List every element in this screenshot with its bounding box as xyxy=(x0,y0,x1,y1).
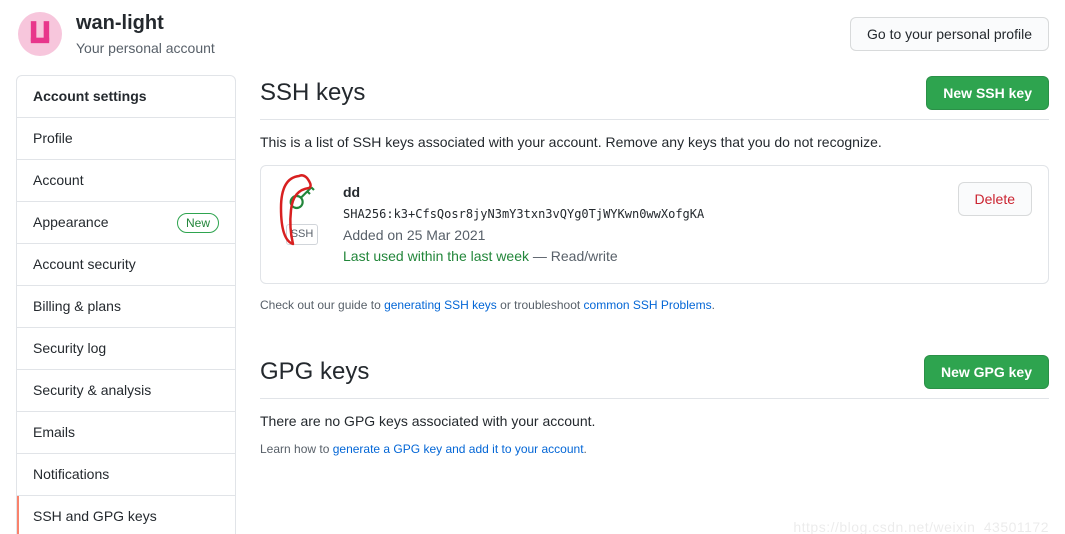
ssh-key-fingerprint: SHA256:k3+CfsQosr8jyN3mY3txn3vQYg0TjWYKw… xyxy=(343,205,942,223)
sidebar-item-appearance[interactable]: Appearance New xyxy=(17,202,235,244)
sidebar-item-notifications[interactable]: Notifications xyxy=(17,454,235,496)
sidebar-item-label: Account xyxy=(33,170,84,191)
ssh-last-used: Last used within the last week xyxy=(343,248,529,264)
sidebar-title: Account settings xyxy=(17,76,235,118)
sidebar-item-security-analysis[interactable]: Security & analysis xyxy=(17,370,235,412)
sidebar-item-profile[interactable]: Profile xyxy=(17,118,235,160)
helper-mid: or troubleshoot xyxy=(497,298,584,312)
key-type-badge: SSH xyxy=(286,224,319,245)
helper-prefix: Check out our guide to xyxy=(260,298,384,312)
key-icon xyxy=(286,201,318,217)
go-to-profile-button[interactable]: Go to your personal profile xyxy=(850,17,1049,51)
delete-ssh-key-button[interactable]: Delete xyxy=(958,182,1032,216)
new-badge: New xyxy=(177,213,219,233)
common-ssh-problems-link[interactable]: common SSH Problems xyxy=(584,298,712,312)
username: wan-light xyxy=(76,8,215,38)
sidebar: Account settings Profile Account Appearanc… xyxy=(16,75,236,534)
new-gpg-key-button[interactable]: New GPG key xyxy=(924,355,1049,389)
page-header: wan-light Your personal account Go to yo… xyxy=(16,0,1049,75)
ssh-key-title: dd xyxy=(343,182,942,203)
ssh-section-header: SSH keys New SSH key xyxy=(260,75,1049,120)
ssh-key-usage: Last used within the last week — Read/wr… xyxy=(343,246,942,267)
account-subtitle: Your personal account xyxy=(76,38,215,59)
gpg-help-suffix: . xyxy=(584,442,587,456)
gpg-title: GPG keys xyxy=(260,354,369,390)
sidebar-item-account[interactable]: Account xyxy=(17,160,235,202)
generate-gpg-key-link[interactable]: generate a GPG key and add it to your ac… xyxy=(333,442,584,456)
sidebar-item-label: Billing & plans xyxy=(33,296,121,317)
gpg-helper-text: Learn how to generate a GPG key and add … xyxy=(260,440,1049,458)
avatar-identicon xyxy=(18,12,62,56)
sidebar-item-label: Security log xyxy=(33,338,106,359)
ssh-key-item: SSH dd SHA256:k3+CfsQosr8jyN3mY3txn3vQYg… xyxy=(260,165,1049,284)
sidebar-item-label: Account security xyxy=(33,254,136,275)
sidebar-item-billing-plans[interactable]: Billing & plans xyxy=(17,286,235,328)
sidebar-item-label: Profile xyxy=(33,128,73,149)
sidebar-item-label: SSH and GPG keys xyxy=(33,506,157,527)
ssh-helper-text: Check out our guide to generating SSH ke… xyxy=(260,296,1049,314)
sidebar-item-label: Notifications xyxy=(33,464,109,485)
avatar[interactable] xyxy=(16,10,64,58)
ssh-title: SSH keys xyxy=(260,75,365,111)
sidebar-item-label: Security & analysis xyxy=(33,380,151,401)
sidebar-item-ssh-and-gpg-keys[interactable]: SSH and GPG keys xyxy=(17,496,235,534)
helper-suffix: . xyxy=(712,298,715,312)
sidebar-item-account-security[interactable]: Account security xyxy=(17,244,235,286)
gpg-help-prefix: Learn how to xyxy=(260,442,333,456)
gpg-section-header: GPG keys New GPG key xyxy=(260,354,1049,399)
generating-ssh-keys-link[interactable]: generating SSH keys xyxy=(384,298,497,312)
ssh-description: This is a list of SSH keys associated wi… xyxy=(260,132,1049,153)
content-area: SSH keys New SSH key This is a list of S… xyxy=(260,75,1049,534)
gpg-empty-message: There are no GPG keys associated with yo… xyxy=(260,411,1049,432)
sidebar-item-label: Appearance xyxy=(33,212,109,233)
sidebar-item-emails[interactable]: Emails xyxy=(17,412,235,454)
new-ssh-key-button[interactable]: New SSH key xyxy=(926,76,1049,110)
ssh-key-added: Added on 25 Mar 2021 xyxy=(343,225,942,246)
header-user-block: wan-light Your personal account xyxy=(16,8,215,59)
sidebar-item-label: Emails xyxy=(33,422,75,443)
sidebar-item-security-log[interactable]: Security log xyxy=(17,328,235,370)
ssh-access-level: — Read/write xyxy=(529,248,618,264)
